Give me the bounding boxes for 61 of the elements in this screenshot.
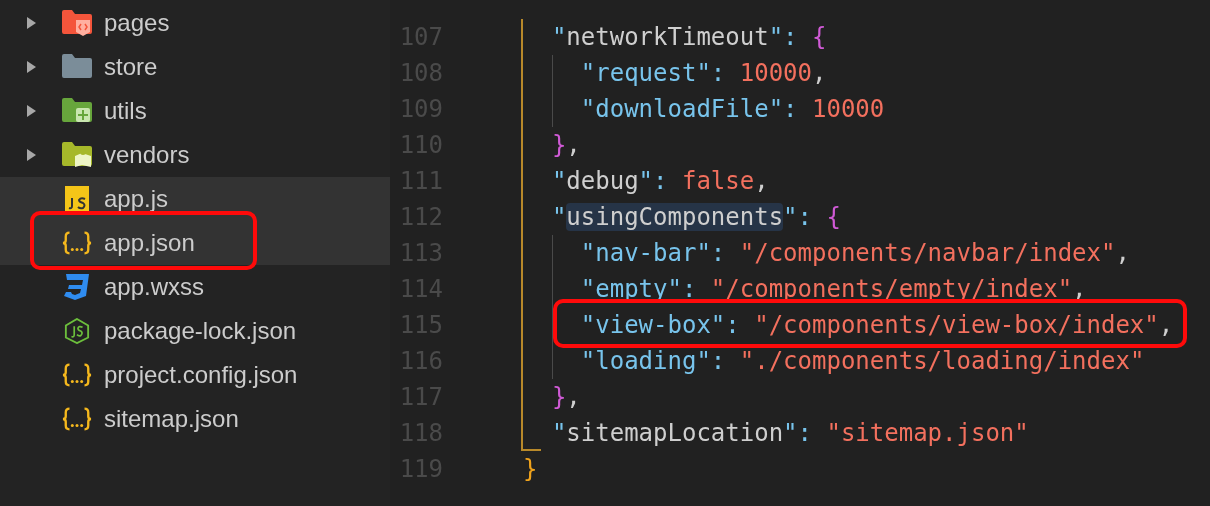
node-file-icon	[62, 318, 92, 344]
code-punctuation: ":	[783, 203, 813, 231]
code-punctuation: "	[550, 167, 567, 195]
code-punctuation: ":	[638, 167, 669, 195]
json-key: usingComponents	[566, 203, 784, 231]
code-punctuation: "	[550, 23, 567, 51]
code-punctuation: "	[550, 419, 567, 447]
bracket: }	[523, 455, 538, 483]
number-value: 10000	[812, 95, 885, 123]
json-key: debug	[566, 167, 639, 195]
code-punctuation: ,	[1158, 311, 1174, 339]
folder-icon	[62, 142, 92, 168]
code-punctuation: ,	[566, 131, 581, 159]
file-tree-item[interactable]: project.config.json	[0, 353, 390, 397]
string-value: "/components/empty/index"	[710, 275, 1073, 303]
code-punctuation: ":	[768, 23, 799, 51]
json-key: "nav-bar":	[523, 239, 740, 267]
string-value: "/components/view-box/index"	[754, 311, 1159, 339]
css-file-icon	[62, 274, 92, 300]
folder-icon	[62, 10, 92, 36]
file-tree-item[interactable]: utils	[0, 89, 390, 133]
expand-arrow-icon[interactable]	[26, 61, 38, 73]
json-file-icon	[62, 406, 92, 432]
file-tree-item[interactable]: pages	[0, 1, 390, 45]
json-file-icon	[62, 362, 92, 388]
file-tree-item[interactable]: app.js	[0, 177, 390, 221]
json-key: networkTimeout	[566, 23, 769, 51]
file-tree-item[interactable]: store	[0, 45, 390, 89]
bracket: {	[812, 23, 827, 51]
string-value: "./components/loading/index"	[739, 347, 1145, 375]
code-punctuation: "	[550, 203, 567, 231]
bracket: }	[550, 383, 567, 411]
file-tree-item[interactable]: app.json	[0, 221, 390, 265]
bracket: }	[550, 131, 567, 159]
code-punctuation: ":	[783, 419, 813, 447]
expand-arrow-icon[interactable]	[26, 17, 38, 29]
json-key: "loading":	[523, 347, 740, 375]
string-value: "sitemap.json"	[826, 419, 1029, 447]
string-value: "/components/navbar/index"	[739, 239, 1116, 267]
code-punctuation: ,	[1115, 239, 1130, 267]
json-key: sitemapLocation	[566, 419, 784, 447]
file-tree-item[interactable]: app.wxss	[0, 265, 390, 309]
folder-icon	[62, 98, 92, 124]
file-tree-item[interactable]: sitemap.json	[0, 397, 390, 441]
js-file-icon	[62, 186, 92, 212]
file-tree-item[interactable]: package-lock.json	[0, 309, 390, 353]
code-punctuation: ,	[566, 383, 581, 411]
expand-arrow-icon[interactable]	[26, 149, 38, 161]
file-tree-item[interactable]: vendors	[0, 133, 390, 177]
folder-icon	[62, 54, 92, 80]
boolean-value: false	[681, 167, 755, 195]
json-key: "downloadFile":	[523, 95, 812, 123]
json-file-icon	[62, 230, 92, 256]
expand-arrow-icon[interactable]	[26, 105, 38, 117]
code-punctuation: ,	[812, 59, 827, 87]
json-key: "empty":	[523, 275, 711, 303]
code-punctuation: ,	[754, 167, 769, 195]
json-key: "request":	[523, 59, 740, 87]
bracket: {	[826, 203, 841, 231]
json-key: "view-box":	[523, 311, 755, 339]
number-value: 10000	[739, 59, 812, 87]
